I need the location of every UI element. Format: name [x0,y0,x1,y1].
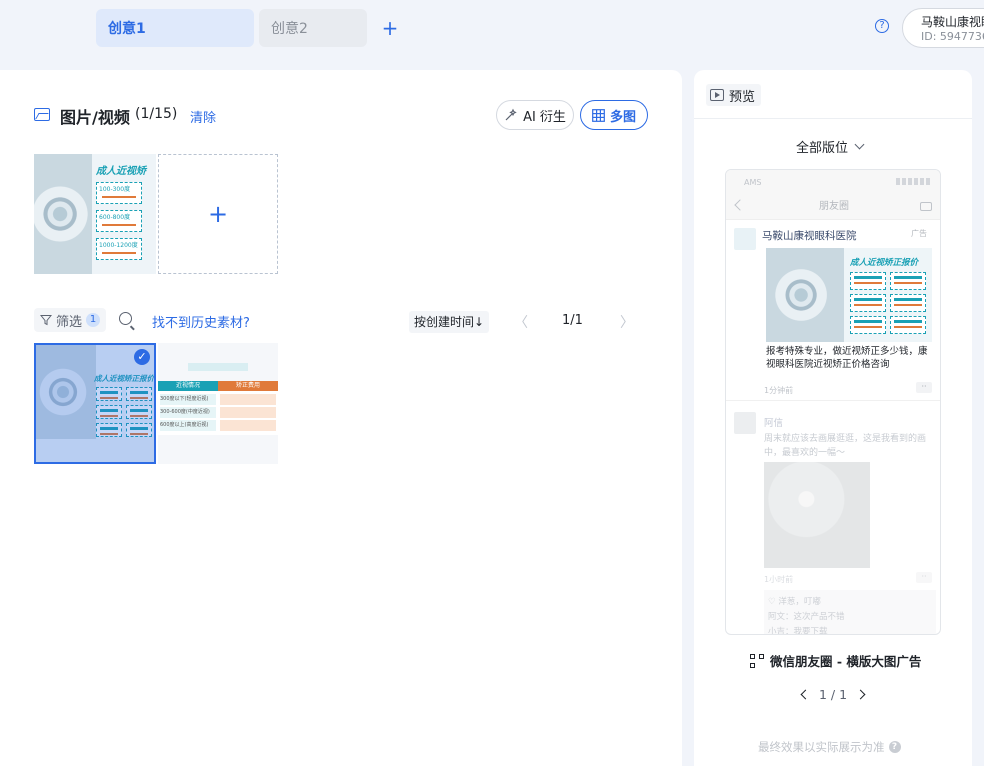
ai-derive-button[interactable]: AI 衍生 [496,100,574,130]
user-post-image [764,462,870,568]
comment-1: 阿文：这次产品不错 [768,612,845,622]
library-item-selected[interactable]: 成人近视矫正报价 ✓ [34,343,156,464]
divider [694,118,972,119]
ai-derive-label: AI 衍生 [523,109,566,125]
tab-creative-2[interactable]: 创意2 [259,9,367,47]
placement-select[interactable]: 全部版位 [796,137,865,156]
filter-label: 筛选 [56,314,83,330]
question-icon[interactable]: ? [888,741,901,753]
thumb-headline: 成人近视矫 [96,166,146,177]
media-count: (1/15) [135,106,178,122]
phone-preview: AMS 朋友圈 马鞍山康视眼科医院 广告 成人近视矫正报价 报考特殊专业，做近视… [725,169,941,635]
more-icon: ·· [916,572,932,583]
brand-name: 马鞍山康视眼科医院 [762,230,857,242]
ad-tag: 广告 [911,229,927,238]
filter-icon [40,315,52,326]
user-post-text: 周末就应该去画展逛逛，这是我看到的画中，最喜欢的一幅～ [764,434,927,458]
clear-link[interactable]: 清除 [190,107,216,126]
chevron-left-icon[interactable]: 〈 [514,312,528,332]
filter-count-badge: 1 [86,313,101,327]
tab-creative-1[interactable]: 创意1 [96,9,254,47]
comments-block: ♡ 洋葱，叮嘟 阿文：这次产品不错 小吉：我要下载 [764,590,936,635]
brand-avatar [734,228,756,250]
tab-creative-2-label: 创意2 [271,21,308,37]
thumb-range-1: 100-300度 [99,186,131,193]
media-title: 图片/视频 [60,108,130,127]
multi-image-label: 多图 [609,109,636,125]
filter-button[interactable]: 筛选 1 [34,308,107,332]
table-header-condition: 近视情况 [158,381,218,391]
library-page-indicator: 1/1 [562,313,583,328]
signal-icon [896,178,932,185]
history-assets-link[interactable]: 找不到历史素材? [152,312,250,331]
comment-2: 小吉：我要下载 [768,627,828,635]
checkmark-icon: ✓ [134,349,150,365]
qr-code-icon [750,653,764,668]
chevron-down-icon [854,139,865,150]
comment-likes: ♡ 洋葱，叮嘟 [768,597,821,607]
magic-wand-icon [505,108,517,121]
preview-title: 预览 [729,89,756,105]
preview-headline: 成人近视矫正报价 [850,258,919,268]
post-time: 1分钟前 [764,386,794,395]
account-selector[interactable]: 马鞍山康视眼 ID: 5947736 [902,8,984,48]
preview-page-indicator: 1 / 1 [819,687,848,702]
thumb-range-2: 600-800度 [99,214,131,221]
sort-by-created-button[interactable]: 按创建时间↓ [409,311,490,333]
table-row-1: 300度以下(轻度近视) [160,394,216,405]
image-icon [34,108,50,121]
ad-format-label: 微信朋友圈 - 横版大图广告 [750,651,921,670]
footer-note-text: 最终效果以实际展示为准 [758,740,885,754]
arrow-down-icon: ↓ [474,315,485,329]
add-tab-button[interactable]: + [380,15,400,41]
table-header-price: 矫正费用 [218,381,278,391]
tab-creative-1-label: 创意1 [108,21,146,37]
more-icon: ·· [916,382,932,393]
chevron-right-icon[interactable]: 〉 [620,312,634,332]
carrier-label: AMS [744,178,762,187]
multi-image-button[interactable]: 多图 [580,100,648,130]
preview-header: 预览 [706,84,762,106]
account-id: ID: 5947736 [921,30,984,43]
post-time-2: 1小时前 [764,575,794,584]
user-avatar [734,412,756,434]
table-row-3: 600度以上(高度近视) [160,420,216,431]
library-item[interactable]: 近视情况 矫正费用 300度以下(轻度近视) 300-600度(中度近视) 60… [158,343,278,464]
preview-pager: 1 / 1 [800,687,866,702]
selected-creative-thumbnail[interactable]: 成人近视矫 100-300度 600-800度 1000-1200度 [34,154,156,274]
placement-label: 全部版位 [796,141,849,156]
account-name: 马鞍山康视眼 [921,15,984,29]
chevron-left-icon[interactable] [800,689,811,700]
sort-label: 按创建时间 [414,315,475,329]
ad-description: 报考特殊专业，做近视矫正多少钱，康视眼科医院近视矫正价格咨询 [766,346,928,370]
table-row-2: 300-600度(中度近视) [160,407,216,418]
moments-nav-title: 朋友圈 [726,194,940,220]
ad-creative-image: 成人近视矫正报价 [766,248,932,342]
divider [726,400,940,401]
thumb-range-3: 1000-1200度 [99,242,138,249]
camera-icon [920,202,932,211]
user-name: 阿信 [764,418,784,429]
footer-note: 最终效果以实际展示为准 ? [758,739,901,755]
add-media-slot[interactable]: + [158,154,278,274]
search-icon[interactable] [119,312,132,325]
ad-format-text: 微信朋友圈 - 横版大图广告 [770,654,922,669]
grid-icon [592,108,605,122]
chevron-right-icon[interactable] [855,689,866,700]
help-icon[interactable]: ? [875,19,889,33]
play-preview-icon [710,89,724,101]
